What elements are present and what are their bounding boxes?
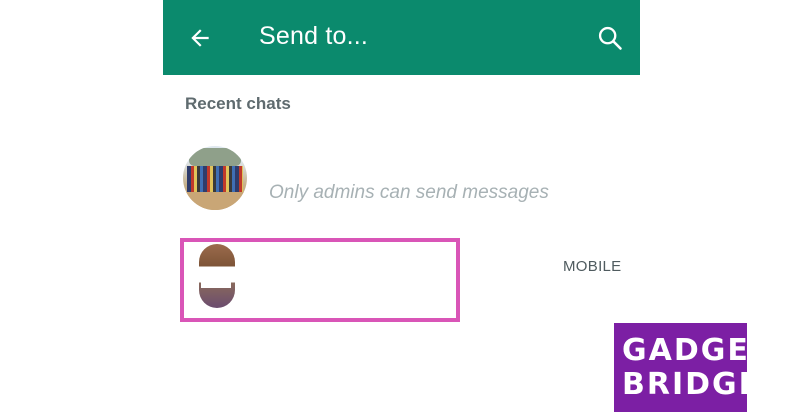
watermark-line-2: BRIDGE — [622, 367, 747, 402]
watermark-line-1: GADGET — [622, 333, 747, 368]
chat-row-group[interactable]: Only admins can send messages — [163, 140, 640, 220]
search-icon — [598, 26, 622, 50]
contact-type-label: MOBILE — [563, 258, 622, 275]
arrow-left-icon — [191, 29, 209, 47]
watermark-logo: GADGET BRIDGE — [614, 323, 747, 412]
page-title: Send to... — [259, 22, 369, 50]
group-avatar — [183, 146, 247, 210]
highlight-frame — [180, 238, 460, 322]
chat-subtitle: Only admins can send messages — [269, 182, 549, 203]
back-button[interactable] — [183, 22, 217, 54]
send-to-screen: Send to... Recent chats Only admins can … — [163, 0, 640, 420]
recent-chats-header: Recent chats — [185, 94, 291, 113]
search-button[interactable] — [593, 22, 627, 54]
app-bar: Send to... — [163, 0, 640, 75]
